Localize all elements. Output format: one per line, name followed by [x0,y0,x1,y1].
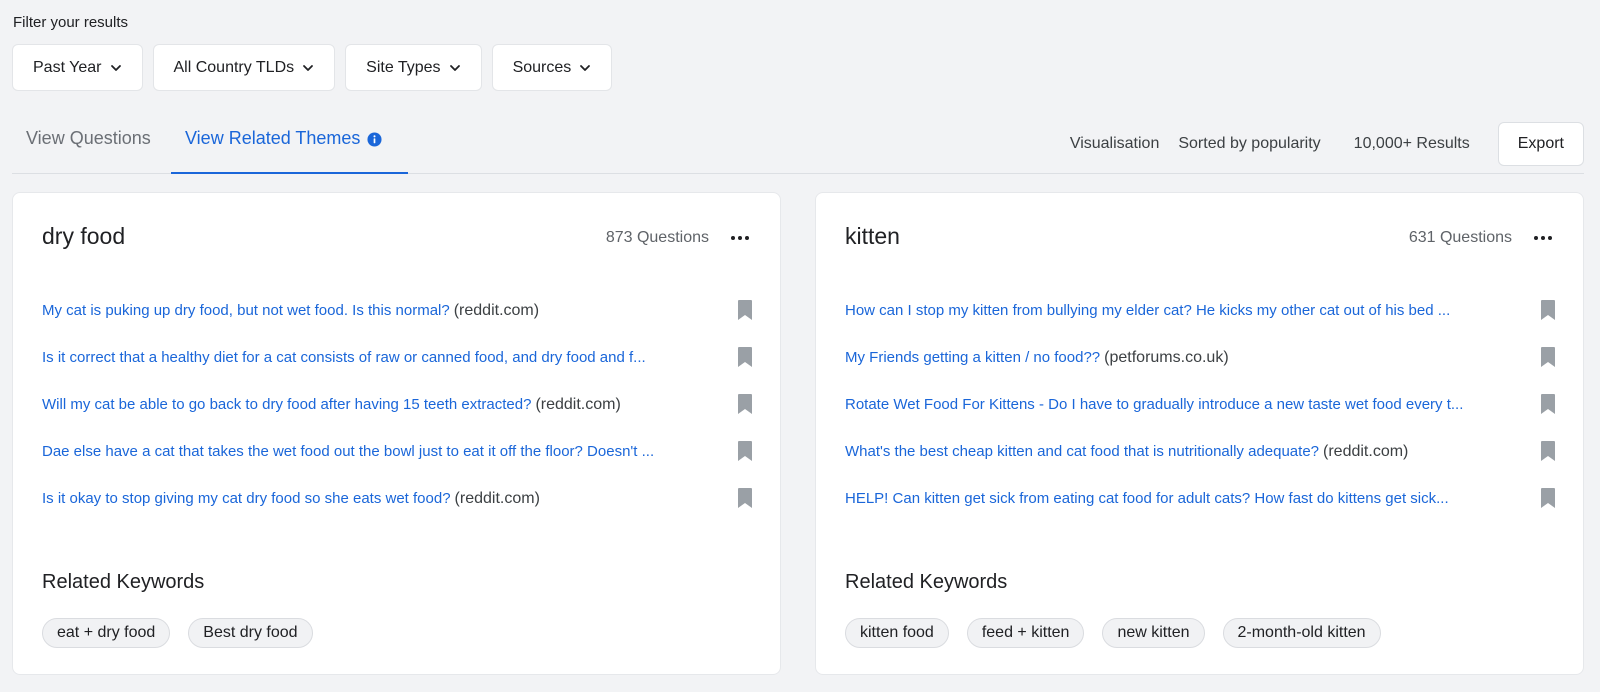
question-link[interactable]: Dae else have a cat that takes the wet f… [42,443,654,460]
question-link[interactable]: HELP! Can kitten get sick from eating ca… [845,490,1449,507]
bookmark-icon[interactable] [735,440,755,462]
question-row: HELP! Can kitten get sick from eating ca… [845,487,1558,534]
bookmark-icon[interactable] [1538,346,1558,368]
question-count: 631 Questions [1408,229,1512,246]
bookmark-icon[interactable] [1538,487,1558,509]
bookmark-icon[interactable] [735,487,755,509]
keyword-chip[interactable]: eat + dry food [42,618,171,648]
related-keywords-heading: Related Keywords [845,571,1008,593]
keyword-chips: kitten food feed + kitten new kitten 2-m… [845,618,1381,648]
result-controls: Visualisation Sorted by popularity 10,00… [1070,122,1584,166]
related-keywords-heading: Related Keywords [42,571,205,593]
question-list: My cat is puking up dry food, but not we… [42,299,755,534]
question-link[interactable]: Is it correct that a healthy diet for a … [42,349,646,366]
visualisation-toggle[interactable]: Visualisation [1070,135,1160,153]
bookmark-icon[interactable] [735,299,755,321]
tab-bar: View Questions View Related Themes Visua… [12,112,1584,174]
question-row: How can I stop my kitten from bullying m… [845,299,1558,346]
theme-title: kitten [845,223,900,249]
bookmark-icon[interactable] [1538,440,1558,462]
theme-card: kitten 631 Questions How can I stop my k… [815,192,1584,675]
tab-view-related-themes[interactable]: View Related Themes [171,112,409,174]
results-count: 10,000+ Results [1353,135,1470,152]
question-link[interactable]: My Friends getting a kitten / no food?? [845,349,1100,366]
question-row: What's the best cheap kitten and cat foo… [845,440,1558,487]
filter-label: Filter your results [13,14,129,31]
question-row: Rotate Wet Food For Kittens - Do I have … [845,393,1558,440]
chevron-down-icon [579,62,591,74]
question-source: (petforums.co.uk) [1104,349,1229,366]
filter-sources-dropdown[interactable]: Sources [491,44,613,91]
filter-country-dropdown[interactable]: All Country TLDs [152,44,336,91]
question-link[interactable]: Rotate Wet Food For Kittens - Do I have … [845,396,1463,413]
chevron-down-icon [110,62,122,74]
filter-bar: Past Year All Country TLDs Site Types So… [12,44,613,91]
more-options-icon[interactable] [1531,228,1555,248]
chevron-down-icon [302,62,314,74]
filter-date-label: Past Year [33,58,102,76]
question-row: Will my cat be able to go back to dry fo… [42,393,755,440]
more-options-icon[interactable] [728,228,752,248]
bookmark-icon[interactable] [1538,299,1558,321]
tab-view-related-themes-label: View Related Themes [185,128,361,148]
filter-sources-label: Sources [512,58,572,76]
question-row: My Friends getting a kitten / no food??(… [845,346,1558,393]
filter-date-dropdown[interactable]: Past Year [12,44,143,91]
info-icon[interactable] [367,131,382,152]
filter-site-types-label: Site Types [366,58,441,76]
question-list: How can I stop my kitten from bullying m… [845,299,1558,534]
question-link[interactable]: What's the best cheap kitten and cat foo… [845,443,1319,460]
question-link[interactable]: How can I stop my kitten from bullying m… [845,302,1450,319]
keyword-chip[interactable]: Best dry food [188,618,313,648]
keyword-chip[interactable]: 2-month-old kitten [1222,618,1381,648]
filter-country-label: All Country TLDs [173,58,295,76]
question-source: (reddit.com) [535,396,621,413]
question-row: Dae else have a cat that takes the wet f… [42,440,755,487]
bookmark-icon[interactable] [735,346,755,368]
question-source: (reddit.com) [453,302,540,319]
question-count: 873 Questions [605,229,709,246]
bookmark-icon[interactable] [1538,393,1558,415]
tab-view-questions[interactable]: View Questions [26,112,151,174]
theme-card: dry food 873 Questions My cat is puking … [12,192,781,675]
keyword-chip[interactable]: feed + kitten [966,618,1085,648]
question-link[interactable]: My cat is puking up dry food, but not we… [42,302,450,319]
keyword-chips: eat + dry food Best dry food [42,618,313,648]
question-row: Is it okay to stop giving my cat dry foo… [42,487,755,534]
tab-view-questions-label: View Questions [26,128,151,148]
question-source: (reddit.com) [454,490,540,507]
export-button[interactable]: Export [1497,122,1584,166]
question-row: Is it correct that a healthy diet for a … [42,346,755,393]
question-row: My cat is puking up dry food, but not we… [42,299,755,346]
question-link[interactable]: Will my cat be able to go back to dry fo… [42,396,531,413]
bookmark-icon[interactable] [735,393,755,415]
keyword-chip[interactable]: kitten food [845,618,949,648]
question-source: (reddit.com) [1323,443,1409,460]
chevron-down-icon [449,62,461,74]
filter-site-types-dropdown[interactable]: Site Types [345,44,482,91]
sort-dropdown[interactable]: Sorted by popularity [1178,135,1320,153]
keyword-chip[interactable]: new kitten [1102,618,1205,648]
question-link[interactable]: Is it okay to stop giving my cat dry foo… [42,490,451,507]
theme-title: dry food [42,223,126,249]
